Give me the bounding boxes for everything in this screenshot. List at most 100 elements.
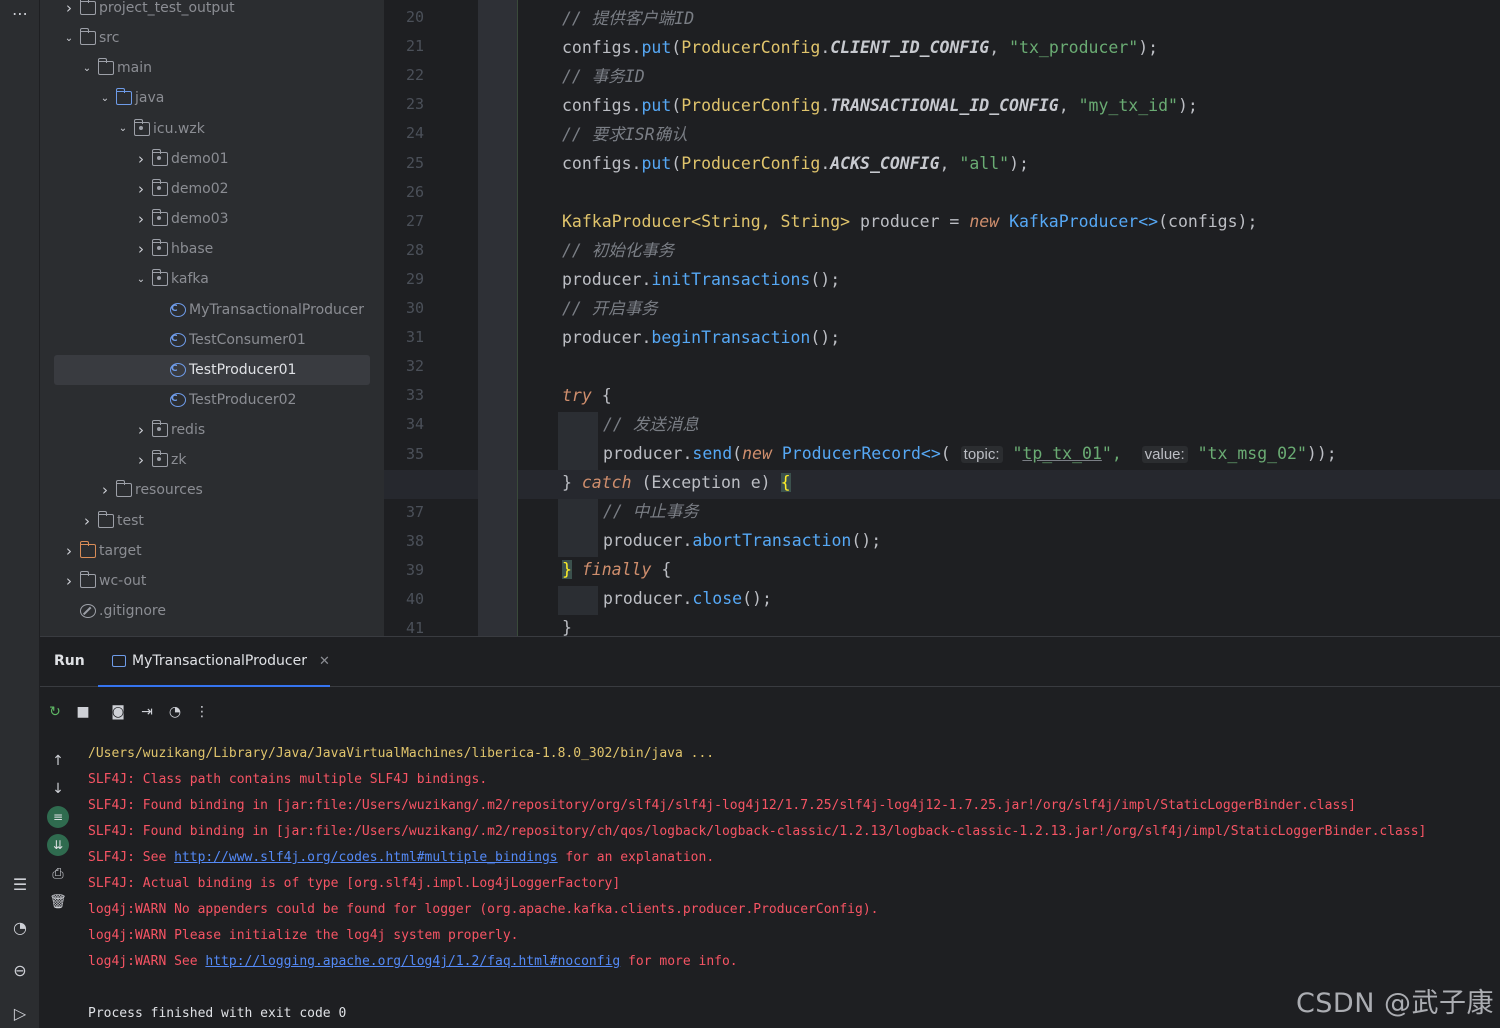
arrow-up-icon[interactable]: ↑: [47, 750, 69, 772]
tree-item[interactable]: C TestProducer01: [54, 354, 370, 385]
tree-item[interactable]: › target: [40, 536, 370, 566]
code-editor[interactable]: // 提供客户端ID configs.put(ProducerConfig.CL…: [518, 0, 1500, 636]
console-line: SLF4J: Found binding in [jar:file:/Users…: [88, 798, 1356, 813]
line-number: 34: [405, 415, 424, 434]
chevron-right-icon[interactable]: ›: [62, 572, 76, 590]
code-line-37: // 中止事务: [603, 502, 699, 521]
rerun-icon[interactable]: ↻: [44, 701, 66, 723]
soft-wrap-icon[interactable]: ≡: [47, 806, 69, 828]
console-line: SLF4J: See http://www.slf4j.org/codes.ht…: [88, 850, 715, 865]
console-link[interactable]: http://www.slf4j.org/codes.html#multiple…: [174, 850, 558, 865]
tree-item[interactable]: ⌄ java: [40, 83, 370, 113]
code-line-40: producer.close();: [603, 589, 772, 608]
indent-guide: [558, 441, 598, 470]
run-tab-mytransactionalproducer[interactable]: MyTransactionalProducer ✕: [98, 637, 330, 687]
code-line-23: configs.put(ProducerConfig.TRANSACTIONAL…: [562, 96, 1198, 115]
tree-item[interactable]: C TestConsumer01: [40, 325, 370, 355]
gauge-icon[interactable]: ◔: [164, 701, 186, 723]
folder-icon: [79, 0, 96, 15]
tree-item[interactable]: ⌄ icu.wzk: [40, 114, 370, 144]
chevron-right-icon[interactable]: ›: [134, 180, 148, 198]
tree-item[interactable]: › test: [40, 506, 370, 536]
chevron-right-icon[interactable]: ›: [134, 240, 148, 258]
indent-guide: [558, 412, 598, 441]
tree-item[interactable]: ⌄ main: [40, 53, 370, 83]
line-number: 27: [405, 211, 424, 230]
code-line-21: configs.put(ProducerConfig.CLIENT_ID_CON…: [562, 38, 1159, 57]
matched-brace: {: [780, 473, 791, 492]
run-circle-icon[interactable]: ▷: [7, 1000, 33, 1026]
chevron-right-icon[interactable]: ›: [134, 421, 148, 439]
active-line-gutter: [384, 470, 478, 499]
tree-item[interactable]: › hbase: [40, 234, 370, 264]
line-number: 30: [405, 299, 424, 317]
code-line-38: producer.abortTransaction();: [603, 531, 882, 550]
tree-item[interactable]: › demo02: [40, 174, 370, 204]
folder-icon: [79, 28, 96, 46]
tree-item[interactable]: › zk: [40, 445, 370, 475]
chevron-right-icon[interactable]: ›: [134, 210, 148, 228]
code-line-36: } catch (Exception e) {: [562, 473, 791, 492]
line-number: 24: [405, 124, 424, 143]
chevron-down-icon[interactable]: ⌄: [80, 61, 94, 75]
tree-item[interactable]: › redis: [40, 415, 370, 445]
run-side-toolbar: ↑ ↓ ≡ ⇊ ⎙ 🗑: [40, 747, 76, 927]
chevron-right-icon[interactable]: ›: [134, 451, 148, 469]
excluded-folder-icon: [79, 540, 96, 558]
line-number: 41: [405, 619, 424, 638]
console-line: SLF4J: Actual binding is of type [org.sl…: [88, 876, 621, 891]
tree-item[interactable]: › demo03: [40, 204, 370, 234]
tree-item[interactable]: › wc-out: [40, 566, 370, 596]
chevron-right-icon[interactable]: ›: [80, 512, 94, 530]
chevron-down-icon[interactable]: ⌄: [62, 31, 76, 45]
terminal-wave-icon[interactable]: ⊖: [7, 957, 33, 983]
folder-icon: [97, 510, 114, 528]
trash-icon[interactable]: 🗑: [47, 891, 69, 913]
run-toolbar: ↻ ■ ◙ ⇥ ◔ ⋮: [40, 701, 440, 727]
line-number: 37: [405, 502, 424, 521]
tree-item[interactable]: C MyTransactionalProducer: [40, 295, 370, 325]
scroll-to-end-icon[interactable]: ⇊: [47, 834, 69, 856]
tree-item[interactable]: C TestProducer02: [40, 385, 370, 415]
camera-icon[interactable]: ◙: [107, 701, 129, 723]
code-line-39: } finally {: [562, 560, 672, 579]
tree-item[interactable]: ⌄ kafka: [40, 264, 370, 294]
gauge-icon[interactable]: ◔: [7, 914, 33, 940]
chevron-down-icon[interactable]: ⌄: [98, 91, 112, 105]
close-icon[interactable]: ✕: [319, 654, 330, 669]
tree-item[interactable]: › project_test_output: [40, 0, 370, 23]
package-icon: [151, 239, 168, 257]
more-vertical-icon[interactable]: ⋮: [191, 701, 213, 723]
line-number: 23: [405, 95, 424, 114]
tree-item-label: project_test_output: [99, 0, 235, 16]
param-hint-topic: topic:: [960, 446, 1003, 463]
tree-item[interactable]: .gitignore: [40, 596, 370, 626]
chevron-right-icon[interactable]: ›: [98, 481, 112, 499]
console-link[interactable]: http://logging.apache.org/log4j/1.2/faq.…: [205, 954, 620, 969]
tree-item-label: redis: [171, 422, 206, 439]
arrow-down-icon[interactable]: ↓: [47, 778, 69, 800]
list-icon[interactable]: ☰: [7, 871, 33, 897]
chevron-right-icon[interactable]: ›: [62, 542, 76, 560]
run-panel-title: Run: [54, 653, 85, 669]
tree-item-label: main: [117, 60, 152, 77]
tree-item[interactable]: › resources: [40, 475, 370, 505]
tree-item[interactable]: ⌄ src: [40, 23, 370, 53]
stop-icon[interactable]: ■: [72, 701, 94, 723]
line-number: 31: [405, 328, 424, 347]
source-folder-icon: [115, 88, 132, 106]
console-line: SLF4J: Found binding in [jar:file:/Users…: [88, 824, 1427, 839]
chevron-right-icon[interactable]: ›: [134, 150, 148, 168]
exit-icon[interactable]: ⇥: [136, 701, 158, 723]
tree-item[interactable]: › demo01: [40, 144, 370, 174]
print-icon[interactable]: ⎙: [47, 863, 69, 885]
chevron-right-icon[interactable]: ›: [62, 0, 76, 17]
line-number: 26: [405, 182, 424, 201]
run-config-icon: [112, 655, 126, 667]
chevron-down-icon[interactable]: ⌄: [116, 122, 130, 136]
chevron-down-icon[interactable]: ⌄: [134, 272, 148, 286]
tree-item-label: icu.wzk: [153, 120, 205, 137]
ellipsis-icon[interactable]: ⋯: [7, 0, 33, 26]
